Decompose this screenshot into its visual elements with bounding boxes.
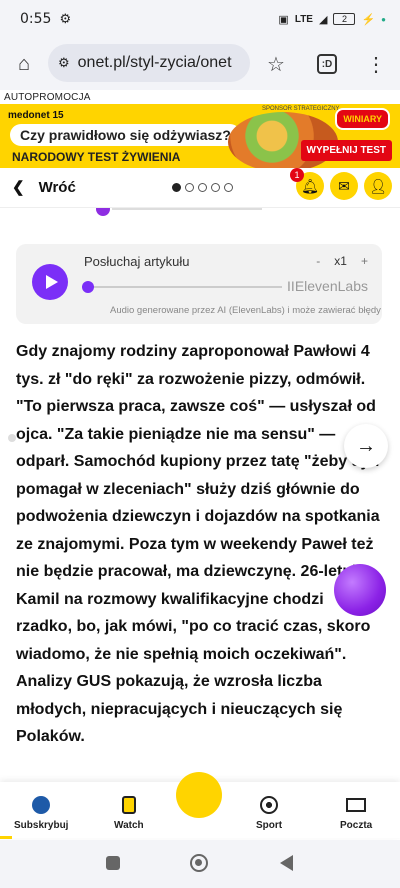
- back-triangle-icon[interactable]: [280, 855, 293, 871]
- chevron-left-icon: ❮: [12, 179, 25, 196]
- mail-icon: [346, 798, 367, 812]
- divider: [112, 208, 262, 210]
- back-label: Wróć: [38, 178, 76, 196]
- ad-question: Czy prawidłowo się odżywiasz?: [10, 124, 241, 146]
- active-indicator: [0, 836, 12, 839]
- ad-subtitle: NARODOWY TEST ŻYWIENIA: [12, 150, 181, 164]
- recents-icon[interactable]: [106, 856, 120, 870]
- settings-gear-icon: ⚙: [59, 11, 72, 26]
- ad-sponsor-label: SPONSOR STRATEGICZNY: [262, 106, 340, 112]
- status-dot-icon: ●: [381, 14, 386, 24]
- address-bar[interactable]: ⚙ onet.pl/styl-zycia/onet: [48, 44, 250, 82]
- notifications-button[interactable]: 1 🔔︎: [290, 168, 324, 200]
- account-button[interactable]: 👤︎: [364, 172, 392, 200]
- ad-banner[interactable]: medonet 15 Czy prawidłowo się odżywiasz?…: [0, 104, 400, 168]
- nav-label: Poczta: [340, 820, 373, 831]
- speed-value: x1: [334, 254, 347, 268]
- progress-track[interactable]: [82, 281, 282, 293]
- network-type: LTE: [294, 13, 313, 25]
- player-title: Posłuchaj artykułu: [84, 254, 190, 269]
- charging-icon: ⚡: [361, 13, 376, 26]
- vibrate-icon: ▣: [278, 13, 289, 26]
- nav-label: Subskrybuj: [14, 820, 69, 831]
- menu-dots-icon[interactable]: ⋮: [362, 50, 390, 78]
- pager-dot[interactable]: [198, 183, 207, 192]
- notification-badge: 1: [290, 168, 304, 182]
- tab-count: :D: [317, 54, 337, 74]
- mail-button[interactable]: ✉: [330, 172, 358, 200]
- pager-dot[interactable]: [211, 183, 220, 192]
- nav-subskrybuj[interactable]: Subskrybuj: [14, 794, 68, 831]
- speed-down-button[interactable]: -: [316, 254, 320, 268]
- bottom-navigation: Subskrybuj Watch Sport Poczta: [0, 772, 400, 838]
- globe-icon: [32, 796, 51, 814]
- nav-label: Sport: [256, 820, 283, 831]
- audio-disclaimer: Audio generowane przez AI (ElevenLabs) i…: [110, 305, 381, 316]
- play-button[interactable]: [32, 264, 68, 300]
- pager-dot[interactable]: [172, 183, 181, 192]
- elevenlabs-logo: IIElevenLabs: [287, 278, 368, 294]
- article-paragraph: Gdy znajomy rodziny zaproponował Pawłowi…: [16, 343, 380, 745]
- site-settings-icon[interactable]: ⚙: [58, 55, 70, 71]
- system-navigation: [0, 840, 400, 888]
- home-center-button[interactable]: [176, 772, 222, 818]
- tab-switcher-button[interactable]: :D: [313, 50, 341, 78]
- pager-dot[interactable]: [224, 183, 233, 192]
- nav-sport[interactable]: Sport: [256, 794, 282, 831]
- nav-label: Watch: [114, 820, 144, 831]
- nav-watch[interactable]: Watch: [114, 794, 144, 831]
- watch-icon: [121, 796, 136, 814]
- battery-icon: 2: [333, 13, 356, 25]
- ad-label: AUTOPROMOCJA: [4, 92, 91, 103]
- article-nav-bar: ❮ Wróć 1 🔔︎ ✉ 👤︎: [0, 168, 400, 208]
- ad-cta-button[interactable]: WYPEŁNIJ TEST: [300, 140, 392, 161]
- pager-dot[interactable]: [185, 183, 194, 192]
- back-button[interactable]: ❮ Wróć: [12, 178, 76, 197]
- assistant-orb-button[interactable]: [334, 564, 386, 616]
- status-time: 0:55: [20, 11, 52, 27]
- scroll-indicator: [8, 434, 16, 442]
- user-icon: 👤︎: [369, 177, 387, 194]
- winiary-logo: WINIARY: [335, 108, 390, 130]
- speed-up-button[interactable]: +: [361, 254, 368, 268]
- scrolled-content-peek: [0, 208, 400, 220]
- medonet-logo: medonet 15: [8, 110, 64, 121]
- audio-player: Posłuchaj artykułu - x1 + IIElevenLabs A…: [16, 244, 382, 324]
- nav-poczta[interactable]: Poczta: [340, 794, 372, 831]
- progress-thumb[interactable]: [82, 281, 94, 293]
- browser-toolbar: ⌂ ⚙ onet.pl/styl-zycia/onet ☆ :D ⋮: [0, 38, 400, 90]
- home-circle-icon[interactable]: [190, 854, 208, 872]
- url-text: onet.pl/styl-zycia/onet: [77, 54, 232, 71]
- arrow-right-icon: →: [356, 434, 376, 457]
- home-icon[interactable]: ⌂: [10, 50, 38, 78]
- pager-dots: [172, 183, 233, 192]
- soccer-ball-icon: [260, 796, 279, 814]
- next-article-button[interactable]: →: [344, 424, 388, 468]
- bell-icon: 🔔︎: [301, 177, 319, 194]
- bookmark-star-icon[interactable]: ☆: [262, 50, 290, 78]
- signal-icon: ◢: [318, 13, 328, 26]
- status-bar: 0:55 ⚙ ▣ LTE ◢ 2 ⚡ ●: [0, 0, 400, 38]
- speed-controls: - x1 +: [316, 254, 368, 268]
- envelope-icon: ✉: [338, 177, 350, 194]
- author-avatar-peek: [96, 208, 110, 216]
